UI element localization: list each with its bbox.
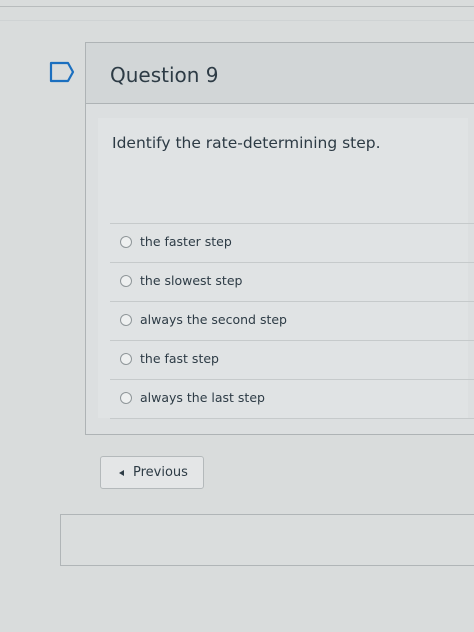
answer-label[interactable]: always the second step [140,312,287,327]
answer-option[interactable]: the slowest step [110,262,474,301]
footer-panel [60,514,474,566]
radio-button[interactable] [120,314,132,326]
question-prompt: Identify the rate-determining step. [112,134,381,152]
answer-label[interactable]: the faster step [140,234,232,249]
answer-label[interactable]: the fast step [140,351,219,366]
answer-option[interactable]: the faster step [110,223,474,262]
top-divider-secondary [0,20,474,21]
question-card: Question 9 Identify the rate-determining… [85,42,474,435]
question-title: Question 9 [110,63,219,87]
radio-button[interactable] [120,353,132,365]
previous-button[interactable]: Previous [100,456,204,489]
answer-option[interactable]: the fast step [110,340,474,379]
top-divider [0,6,474,7]
radio-button[interactable] [120,275,132,287]
previous-label: Previous [133,465,188,480]
answer-list: the faster step the slowest step always … [110,223,474,419]
answer-label[interactable]: the slowest step [140,273,242,288]
flag-bookmark-icon[interactable] [48,60,76,84]
answer-label[interactable]: always the last step [140,390,265,405]
answer-option[interactable]: always the last step [110,379,474,419]
answer-option[interactable]: always the second step [110,301,474,340]
caret-left-icon [119,470,124,476]
radio-button[interactable] [120,236,132,248]
question-header: Question 9 [86,42,474,104]
radio-button[interactable] [120,392,132,404]
